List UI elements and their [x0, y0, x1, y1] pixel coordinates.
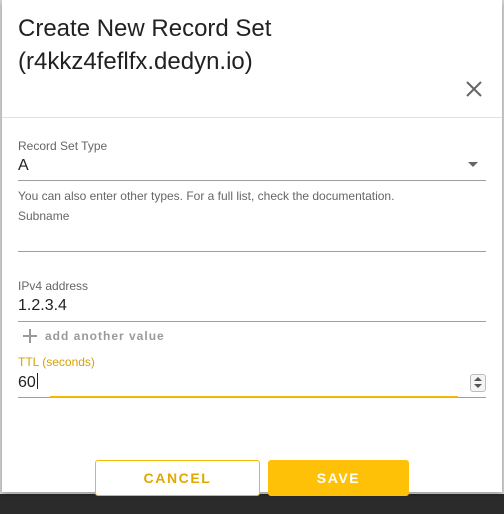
stepper-down-icon[interactable]: [474, 384, 482, 388]
dialog-title: Create New Record Set (r4kkz4feflfx.dedy…: [18, 15, 272, 75]
ipv4-underline: [18, 321, 486, 322]
plus-icon: [22, 328, 38, 344]
record-type-label: Record Set Type: [18, 139, 108, 153]
create-record-set-dialog: Create New Record Set (r4kkz4feflfx.dedy…: [2, 0, 502, 496]
cancel-button[interactable]: CANCEL: [95, 460, 260, 496]
save-button[interactable]: SAVE: [268, 460, 409, 496]
ttl-input[interactable]: 60: [18, 373, 38, 392]
chevron-down-icon[interactable]: [468, 162, 478, 167]
close-icon: [466, 81, 482, 97]
ttl-focus-indicator: [50, 396, 458, 398]
ipv4-input[interactable]: 1.2.3.4: [18, 297, 458, 315]
ttl-label: TTL (seconds): [18, 355, 95, 369]
add-another-value-button[interactable]: add another value: [22, 328, 165, 344]
close-button[interactable]: [462, 77, 486, 101]
ttl-value: 60: [18, 374, 36, 391]
record-type-select[interactable]: A: [18, 157, 29, 175]
text-caret: [36, 373, 38, 389]
ipv4-label: IPv4 address: [18, 279, 89, 293]
record-type-hint: You can also enter other types. For a fu…: [18, 189, 395, 203]
record-type-underline: [18, 180, 486, 181]
subname-input[interactable]: [18, 227, 486, 249]
ttl-stepper[interactable]: [470, 374, 486, 392]
subname-underline: [18, 251, 486, 252]
page-footer-strip: [0, 494, 504, 514]
stepper-up-icon[interactable]: [474, 377, 482, 381]
add-another-value-label: add another value: [45, 329, 165, 343]
header-divider: [2, 117, 502, 118]
subname-label: Subname: [18, 209, 70, 223]
